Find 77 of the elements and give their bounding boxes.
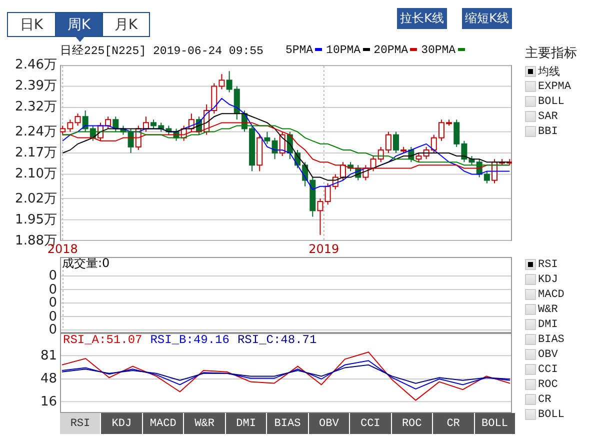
indicator-tab[interactable]: KDJ bbox=[101, 413, 142, 434]
checkbox-icon[interactable] bbox=[525, 304, 536, 315]
checkbox-icon[interactable] bbox=[525, 364, 536, 375]
candlestick bbox=[98, 122, 104, 142]
indicator-checkbox[interactable]: SAR bbox=[525, 109, 590, 124]
indicator-tab[interactable]: BOLL bbox=[474, 413, 515, 434]
legend-item: 10PMA bbox=[326, 44, 370, 56]
indicator-checkbox[interactable]: ROC bbox=[525, 377, 590, 392]
checkbox-icon[interactable] bbox=[525, 289, 536, 300]
checkbox-icon[interactable] bbox=[525, 409, 536, 420]
axis-label: 2.24万 bbox=[15, 125, 57, 138]
indicator-checkbox[interactable]: KDJ bbox=[525, 272, 590, 287]
legend-item: 30PMA bbox=[421, 44, 465, 56]
checkbox-icon[interactable] bbox=[525, 349, 536, 360]
chart-title: 日经225[N225] 2019-06-24 09:55 bbox=[60, 44, 264, 58]
legend-item: 5PMA bbox=[285, 44, 322, 56]
indicator-tab[interactable]: MACD bbox=[142, 413, 184, 434]
indicator-checkbox[interactable]: CR bbox=[525, 392, 590, 407]
candlestick bbox=[492, 158, 498, 184]
rsi-value: RSI_C:48.71 bbox=[237, 334, 317, 347]
checkbox-icon[interactable] bbox=[525, 126, 536, 137]
indicator-tab[interactable]: ROC bbox=[392, 413, 432, 434]
indicator-tab[interactable]: RSI bbox=[60, 413, 100, 434]
indicator-checkbox[interactable]: CCI bbox=[525, 362, 590, 377]
axis-label: 0 bbox=[48, 310, 57, 323]
candlestick bbox=[393, 131, 399, 154]
axis-label: 0 bbox=[48, 270, 57, 282]
indicator-checkbox[interactable]: BOLL bbox=[525, 407, 590, 422]
axis-label: 48 bbox=[40, 372, 57, 386]
axis-label: 2019 bbox=[308, 242, 340, 256]
indicator-checkbox[interactable]: RSI bbox=[525, 257, 590, 272]
indicator-checkbox[interactable]: EXPMA bbox=[525, 79, 590, 94]
checkbox-icon[interactable] bbox=[525, 66, 536, 77]
checkbox-icon[interactable] bbox=[525, 274, 536, 285]
indicator-tab[interactable]: BIAS bbox=[267, 413, 308, 434]
rsi-value: RSI_B:49.16 bbox=[150, 334, 230, 347]
checkbox-icon[interactable] bbox=[525, 111, 536, 122]
indicator-checkbox[interactable]: MACD bbox=[525, 287, 590, 302]
checkbox-icon[interactable] bbox=[525, 96, 536, 107]
indicator-tab[interactable]: CR bbox=[433, 413, 474, 434]
checkbox-icon[interactable] bbox=[525, 81, 536, 92]
candlestick bbox=[196, 116, 202, 136]
axis-label: 2.46万 bbox=[15, 58, 57, 72]
zoom-button[interactable]: 缩短K线 bbox=[462, 8, 512, 29]
candlestick bbox=[294, 149, 300, 169]
indicator-checkbox[interactable]: BBI bbox=[525, 124, 590, 139]
indicator-checkbox[interactable]: BOLL bbox=[525, 94, 590, 109]
checkbox-icon[interactable] bbox=[525, 334, 536, 345]
indicator-tab[interactable]: DMI bbox=[226, 413, 266, 434]
axis-label: 0 bbox=[48, 324, 57, 336]
checkbox-icon[interactable] bbox=[525, 379, 536, 390]
group-title: 主要指标 bbox=[525, 45, 578, 62]
axis-label: 2.39万 bbox=[15, 80, 57, 93]
pointer-icon bbox=[75, 36, 85, 42]
axis-label: 2.10万 bbox=[15, 168, 57, 181]
indicator-checkbox[interactable]: W&R bbox=[525, 302, 590, 317]
indicator-checkbox[interactable]: 均线 bbox=[525, 64, 590, 79]
indicator-tab[interactable]: OBV bbox=[308, 413, 350, 434]
axis-label: 2.32万 bbox=[15, 100, 57, 114]
axis-label: 2.02万 bbox=[15, 192, 57, 206]
checkbox-icon[interactable] bbox=[525, 259, 536, 270]
zoom-button[interactable]: 拉长K线 bbox=[397, 8, 447, 29]
axis-label: 1.95万 bbox=[15, 213, 57, 226]
axis-label: 0 bbox=[48, 296, 57, 310]
checkbox-icon[interactable] bbox=[525, 319, 536, 330]
rsi-value: RSI_A:51.07 bbox=[63, 334, 142, 347]
indicator-tab[interactable]: CCI bbox=[350, 413, 391, 434]
indicator-checkbox[interactable]: OBV bbox=[525, 347, 590, 362]
indicator-checkbox[interactable]: DMI bbox=[525, 317, 590, 332]
axis-label: 2.17万 bbox=[15, 146, 57, 160]
axis-label: 0 bbox=[48, 283, 57, 296]
indicator-checkbox[interactable]: BIAS bbox=[525, 332, 590, 347]
axis-label: 81 bbox=[40, 349, 57, 362]
legend-item: 20PMA bbox=[374, 44, 418, 56]
checkbox-icon[interactable] bbox=[525, 394, 536, 405]
indicator-tab[interactable]: W&R bbox=[184, 413, 225, 434]
axis-label: 16 bbox=[40, 395, 57, 408]
